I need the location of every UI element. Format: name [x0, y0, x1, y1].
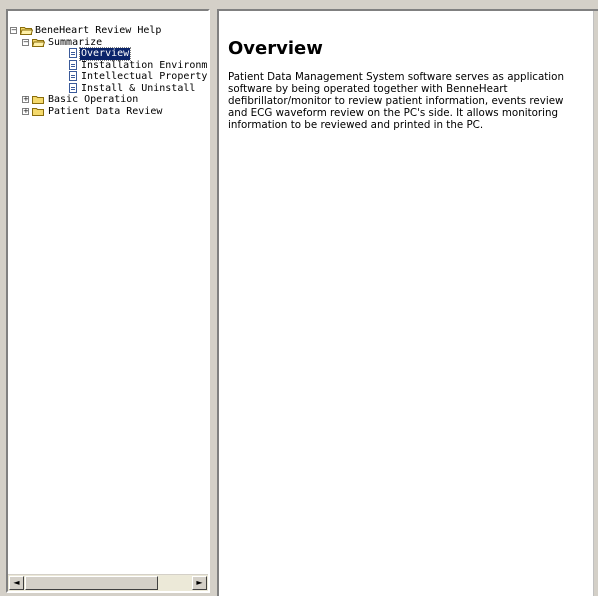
tree-node-label: Overview [78, 47, 132, 61]
overview-paragraph: Patient Data Management System software … [228, 71, 564, 131]
tree-node-installation-environment[interactable]: Installation Environme [8, 59, 208, 72]
tree-node-basic-operation[interactable]: + Basic Operation [8, 94, 208, 106]
help-content-pane: Overview Patient Data Management System … [217, 9, 598, 596]
collapse-icon[interactable]: − [22, 38, 29, 46]
folder-open-icon [20, 27, 33, 35]
document-icon [69, 82, 77, 93]
tree-node-patient-data-review[interactable]: + Patient Data Review [8, 106, 208, 118]
vertical-scrollbar[interactable] [593, 11, 598, 596]
tree-node-label: Summarize [48, 36, 103, 48]
document-icon [69, 71, 77, 81]
document-icon [69, 48, 77, 58]
tree-node-label: Patient Data Review [48, 105, 163, 117]
tree-node-install-uninstall[interactable]: Install & Uninstall [8, 82, 208, 95]
tree-node-label: Install & Uninstall [81, 82, 196, 94]
folder-icon [32, 96, 44, 104]
page-title: Overview [228, 38, 323, 59]
expand-icon[interactable]: + [22, 107, 29, 115]
horizontal-scrollbar[interactable]: ◄ ► [8, 574, 208, 591]
tree-node-summarize[interactable]: − Summarize [8, 37, 208, 49]
tree-node-intellectual-property[interactable]: Intellectual Property [8, 71, 208, 83]
scrollbar-thumb[interactable] [25, 576, 158, 590]
collapse-icon[interactable]: − [10, 27, 17, 34]
expand-icon[interactable]: + [22, 96, 29, 103]
help-contents-pane: − BeneHeart Review Help − Summarize Over… [6, 9, 210, 593]
tree-node-beneheart-review-help[interactable]: − BeneHeart Review Help [8, 25, 208, 37]
tree-node-label: Intellectual Property [81, 71, 208, 82]
tree-node-overview[interactable]: Overview [8, 47, 208, 61]
folder-open-icon [32, 38, 45, 47]
scroll-right-icon[interactable]: ► [192, 576, 207, 590]
tree-node-label: Installation Environme [81, 59, 208, 71]
folder-icon [32, 107, 44, 116]
tree-node-label: BeneHeart Review Help [35, 25, 162, 36]
help-tree: − BeneHeart Review Help − Summarize Over… [8, 11, 208, 573]
document-icon [69, 59, 77, 70]
tree-node-label: Basic Operation [48, 94, 139, 105]
scroll-left-icon[interactable]: ◄ [9, 576, 24, 590]
